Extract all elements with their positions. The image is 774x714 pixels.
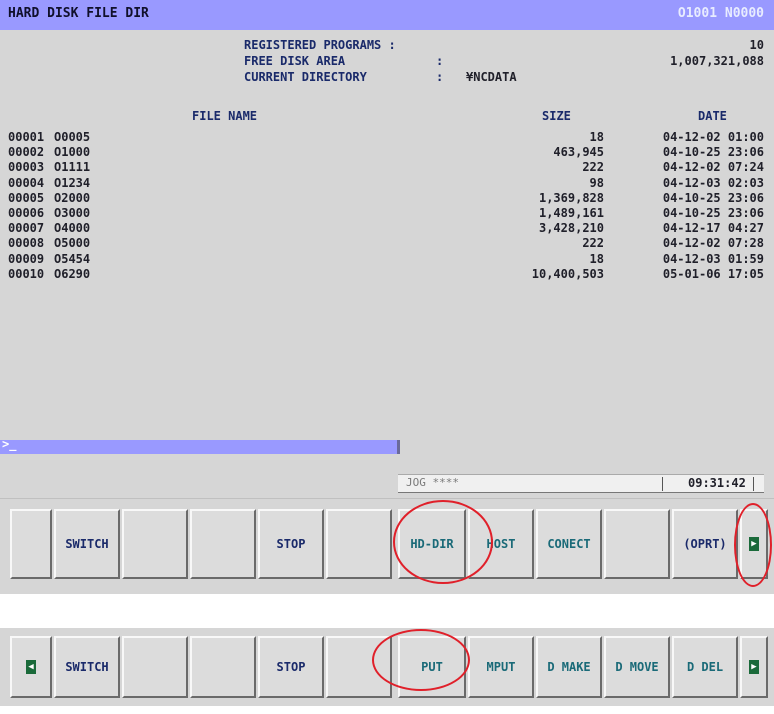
next-arrow-icon: ▶ <box>749 660 759 674</box>
softkey-d-del[interactable]: D DEL <box>672 636 738 698</box>
file-date: 04-12-17 04:27 <box>662 221 764 236</box>
softkey-conect[interactable]: CONECT <box>536 509 602 579</box>
date-header: DATE <box>698 109 727 123</box>
softkey-10[interactable] <box>604 509 670 579</box>
softkey-stop[interactable]: STOP <box>258 509 324 579</box>
command-prompt: >_ <box>2 437 17 451</box>
file-size: 18 <box>589 251 604 266</box>
file-name: O1234 <box>54 175 91 190</box>
file-date: 04-12-02 07:24 <box>662 160 764 175</box>
current-directory-value: ¥NCDATA <box>466 70 517 84</box>
softkey-4[interactable] <box>190 636 256 698</box>
softkey-switch[interactable]: SWITCH <box>54 636 120 698</box>
file-number: 00001 <box>8 130 45 144</box>
softkey-6[interactable] <box>326 636 392 698</box>
file-name: O1000 <box>54 145 91 160</box>
file-size: 222 <box>582 160 604 175</box>
file-date: 04-10-25 23:06 <box>662 206 764 220</box>
prev-arrow-icon: ◀ <box>26 660 36 674</box>
file-number: 00004 <box>8 175 45 190</box>
file-number: 00009 <box>8 251 45 266</box>
cnc-screen: HARD DISK FILE DIR O1001 N0000 REGISTERE… <box>0 0 774 594</box>
file-size: 1,369,828 <box>538 190 604 205</box>
clock: 09:31:42 <box>688 476 746 490</box>
free-disk-value: 1,007,321,088 <box>670 54 764 68</box>
current-directory-colon: : <box>436 70 444 84</box>
file-name-header: FILE NAME <box>192 109 258 123</box>
file-size: 463,945 <box>553 145 604 160</box>
file-size: 10,400,503 <box>531 266 604 281</box>
status-divider <box>753 477 754 491</box>
file-size: 18 <box>589 130 604 144</box>
softkey-next[interactable]: ▶ <box>740 636 768 698</box>
file-date: 05-01-06 17:05 <box>662 266 764 281</box>
file-date: 04-10-25 23:06 <box>662 190 764 205</box>
size-header: SIZE <box>542 109 571 123</box>
file-number: 00002 <box>8 145 45 160</box>
file-date: 04-12-03 01:59 <box>662 251 764 266</box>
program-number: O1001 N0000 <box>677 6 764 21</box>
file-size: 3,428,210 <box>538 221 604 236</box>
file-name: O4000 <box>54 221 91 236</box>
file-number: 00008 <box>8 236 45 251</box>
softkey-3[interactable] <box>122 509 188 579</box>
file-number: 00007 <box>8 221 45 236</box>
softkey-stop[interactable]: STOP <box>258 636 324 698</box>
file-date: 04-10-25 23:06 <box>662 145 764 160</box>
free-disk-label: FREE DISK AREA <box>244 54 346 68</box>
file-name: O5454 <box>54 251 91 266</box>
file-number: 00006 <box>8 206 45 220</box>
current-directory-label: CURRENT DIRECTORY <box>244 70 367 84</box>
status-bar: JOG **** 09:31:42 <box>398 474 764 493</box>
file-number: 00005 <box>8 190 45 205</box>
registered-programs-label: REGISTERED PROGRAMS : <box>244 38 396 52</box>
softkey-oprt[interactable]: (OPRT) <box>672 509 738 579</box>
softkey-4[interactable] <box>190 509 256 579</box>
mode-indicator: JOG **** <box>406 476 459 489</box>
softkey-next[interactable]: ▶ <box>740 509 768 579</box>
file-size: 98 <box>589 175 604 190</box>
softkey-mput[interactable]: MPUT <box>468 636 534 698</box>
file-number: 00003 <box>8 160 45 175</box>
file-number: 00010 <box>8 266 45 281</box>
softkey-row-hd-dir: ◀ SWITCH STOP PUT MPUT D MAKE D MOVE D D… <box>0 628 774 706</box>
softkey-1[interactable] <box>10 509 52 579</box>
file-name: O1111 <box>54 160 91 175</box>
softkey-hd-dir[interactable]: HD-DIR <box>398 509 466 579</box>
registered-programs-value: 10 <box>749 38 764 52</box>
softkey-switch[interactable]: SWITCH <box>54 509 120 579</box>
file-date: 04-12-03 02:03 <box>662 175 764 190</box>
title-bar: HARD DISK FILE DIR O1001 N0000 <box>0 0 774 30</box>
softkey-d-move[interactable]: D MOVE <box>604 636 670 698</box>
file-name: O5000 <box>54 236 91 251</box>
softkey-6[interactable] <box>326 509 392 579</box>
status-divider <box>662 477 663 491</box>
free-disk-colon: : <box>436 54 444 68</box>
file-name: O2000 <box>54 190 91 205</box>
file-date: 04-12-02 01:00 <box>662 130 764 144</box>
softkey-prev[interactable]: ◀ <box>10 636 52 698</box>
file-size: 222 <box>582 236 604 251</box>
file-date: 04-12-02 07:28 <box>662 236 764 251</box>
next-arrow-icon: ▶ <box>749 537 759 551</box>
softkey-put[interactable]: PUT <box>398 636 466 698</box>
softkey-host[interactable]: HOST <box>468 509 534 579</box>
screen-title: HARD DISK FILE DIR <box>8 6 149 21</box>
softkey-d-make[interactable]: D MAKE <box>536 636 602 698</box>
file-name: O6290 <box>54 266 91 281</box>
softkey-row-main: SWITCH STOP HD-DIR HOST CONECT (OPRT) ▶ <box>0 498 774 594</box>
file-name: O0005 <box>54 130 91 144</box>
command-line[interactable]: >_ <box>0 437 400 454</box>
file-name: O3000 <box>54 206 91 220</box>
softkey-3[interactable] <box>122 636 188 698</box>
file-size: 1,489,161 <box>538 206 604 220</box>
